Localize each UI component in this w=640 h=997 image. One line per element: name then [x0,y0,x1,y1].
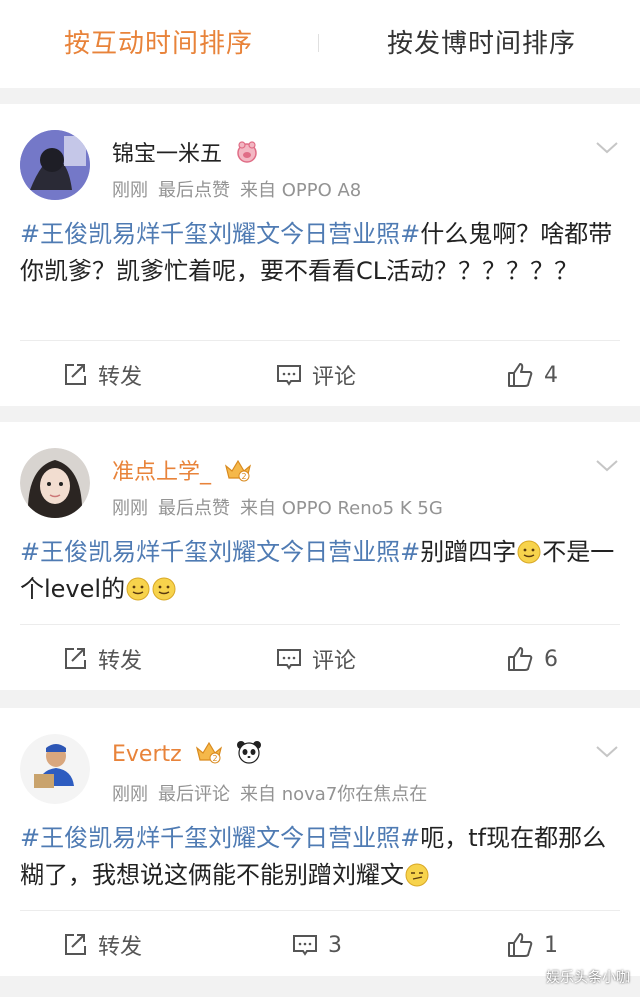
svg-text:2: 2 [241,472,246,481]
post-time: 刚刚 [112,180,148,201]
comment-label: 评论 [312,365,357,390]
post-source: 来自 nova7你在焦点在 [240,784,428,805]
topic-link[interactable]: #王俊凯易烊千玺刘耀文今日营业照# [20,538,420,566]
tab-separator [318,34,319,52]
avatar-image [20,734,90,804]
sort-tabs: 按互动时间排序 按发博时间排序 [0,0,640,88]
chevron-down-icon[interactable] [594,452,620,478]
vip-crown-icon: 2 [195,740,223,770]
topic-link[interactable]: #王俊凯易烊千玺刘耀文今日营业照# [20,220,420,248]
smile-emoji-icon [152,577,176,601]
avatar[interactable] [20,130,90,200]
repost-button[interactable]: 转发 [62,342,142,408]
username[interactable]: 锦宝一米五 [112,136,259,170]
last-activity: 最后评论 [158,784,230,805]
comment-card: 准点上学_ 2 刚刚 最后点赞 来自 OPPO Reno5 K 5G #王俊凯易烊千… [0,422,640,690]
chevron-down-icon[interactable] [594,134,620,160]
chevron-down-icon[interactable] [594,738,620,764]
watermark: 娱乐头条小咖 [546,970,630,986]
post-content: #王俊凯易烊千玺刘耀文今日营业照#呃，tf现在都那么糊了，我想说这俩能不能别蹭刘… [20,820,620,894]
repost-icon [65,648,86,669]
comment-icon [293,935,317,956]
action-bar: 转发 评论 6 [0,626,640,692]
smirk-emoji-icon [405,863,429,887]
like-button[interactable]: 6 [506,626,558,692]
post-source: 来自 OPPO A8 [240,180,362,201]
last-activity: 最后点赞 [158,498,230,519]
action-bar: 转发 评论 4 [0,342,640,408]
action-bar: 转发 3 1 [0,912,640,978]
comment-card: Evertz 2 刚刚 最后评论 来自 nova7你在焦点在 #王俊凯易烊千玺刘耀文… [0,708,640,976]
comment-button[interactable]: 评论 [276,342,356,408]
comment-card: 锦宝一米五 刚刚 最后点赞 来自 OPPO A8 #王俊凯易烊千玺刘耀文今日营业照#… [0,104,640,406]
username[interactable]: 准点上学_ 2 [112,454,252,488]
avatar-image [20,448,90,518]
tab-sort-by-post-time[interactable]: 按发博时间排序 [387,0,576,88]
comment-button[interactable]: 评论 [276,626,356,692]
thumbs-up-icon [508,363,533,387]
svg-text:2: 2 [212,754,217,763]
comment-count: 3 [328,932,342,958]
post-content: #王俊凯易烊千玺刘耀文今日营业照#别蹭四字 不是一个level的 [20,534,620,608]
repost-label: 转发 [98,649,143,674]
topic-link[interactable]: #王俊凯易烊千玺刘耀文今日营业照# [20,824,420,852]
post-text: 别蹭四字 [420,538,517,566]
thumbs-up-icon [508,933,533,957]
avatar-image [20,130,90,200]
comment-icon [277,365,301,386]
post-content: #王俊凯易烊千玺刘耀文今日营业照#什么鬼啊？啥都带你凯爹？凯爹忙着呢，要不看看C… [20,216,620,290]
repost-button[interactable]: 转发 [62,626,142,692]
repost-button[interactable]: 转发 [62,912,142,978]
comment-button[interactable]: 3 [292,912,342,978]
comment-icon [277,649,301,670]
last-activity: 最后点赞 [158,180,230,201]
like-count: 1 [544,932,558,958]
like-button[interactable]: 4 [506,342,558,408]
repost-icon [65,934,86,955]
post-source: 来自 OPPO Reno5 K 5G [240,498,443,519]
comment-label: 评论 [312,649,357,674]
post-time: 刚刚 [112,498,148,519]
pig-badge-icon [235,140,259,170]
divider [20,340,620,341]
post-meta: 刚刚 最后点赞 来自 OPPO Reno5 K 5G [112,494,453,520]
smile-emoji-icon [517,540,541,564]
panda-badge-icon [236,740,262,770]
smile-emoji-icon [126,577,150,601]
post-meta: 刚刚 最后评论 来自 nova7你在焦点在 [112,780,437,806]
like-count: 4 [544,362,558,388]
post-time: 刚刚 [112,784,148,805]
thumbs-up-icon [508,647,533,671]
username[interactable]: Evertz 2 [112,740,262,770]
vip-crown-icon: 2 [224,458,252,488]
repost-label: 转发 [98,365,143,390]
divider [20,624,620,625]
avatar[interactable] [20,734,90,804]
divider [20,910,620,911]
tab-sort-by-interaction[interactable]: 按互动时间排序 [64,0,253,88]
repost-label: 转发 [98,935,143,960]
repost-icon [65,364,86,385]
like-count: 6 [544,646,558,672]
avatar[interactable] [20,448,90,518]
post-meta: 刚刚 最后点赞 来自 OPPO A8 [112,176,371,202]
